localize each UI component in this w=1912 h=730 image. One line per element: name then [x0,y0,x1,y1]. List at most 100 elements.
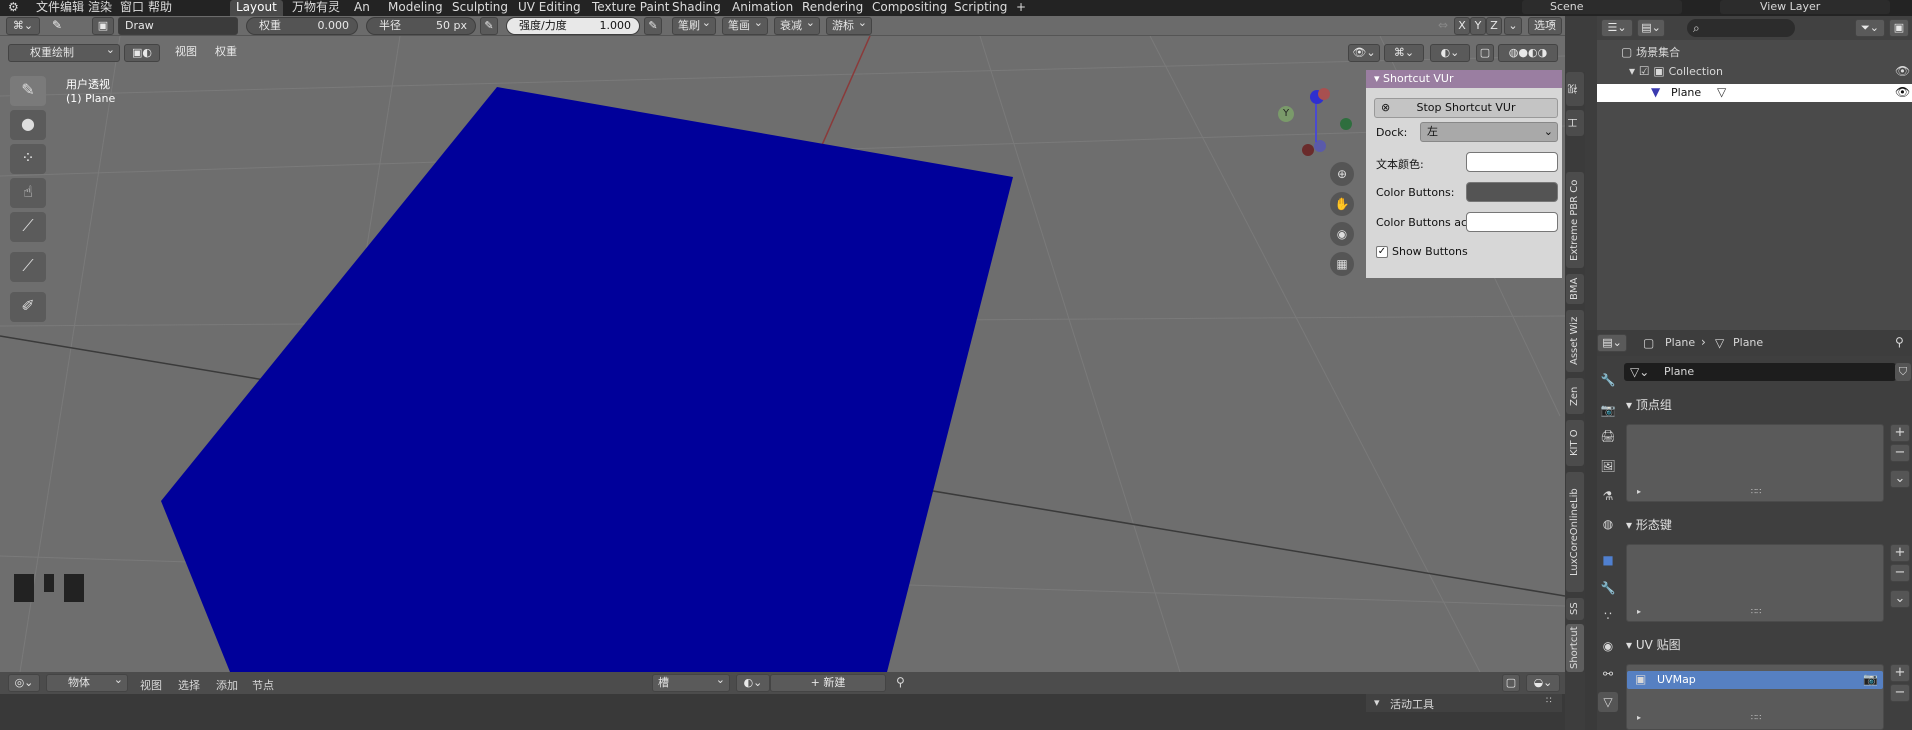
collection-checkbox[interactable]: ☑ [1639,64,1654,78]
backdrop-toggle[interactable]: ▢ [1502,674,1520,692]
collection-visibility-eye-icon[interactable]: 👁 [1895,64,1910,78]
sidebar-tab-zen[interactable]: Zen [1566,378,1584,414]
list-expand-icon[interactable]: ▸ [1637,713,1641,722]
workspace-tab-rendering[interactable]: Rendering [796,0,869,16]
list-expand-icon[interactable]: ▸ [1637,607,1641,616]
workspace-tab-an[interactable]: An [348,0,376,16]
workspace-tab-animation[interactable]: Animation [726,0,799,16]
color-buttons-swatch[interactable] [1466,182,1558,202]
list-expand-icon[interactable]: ▸ [1637,487,1641,496]
shape-key-add-button[interactable]: + [1890,544,1910,562]
plane-visibility-eye-icon[interactable]: 👁 [1895,85,1910,99]
snap-toggle[interactable]: ◒⌄ [1526,674,1560,692]
filter-dropdown[interactable]: ⏷⌄ [1855,19,1885,37]
node-select-menu[interactable]: 选择 [178,677,200,693]
menu-file[interactable]: 文件 [36,0,60,16]
workspace-tab-compositing[interactable]: Compositing [866,0,953,16]
material-slot-dropdown[interactable]: 槽 [652,672,730,692]
workspace-tab-modeling[interactable]: Modeling [382,0,449,16]
shape-keys-panel-header[interactable]: ▾ 形态键 [1622,515,1912,535]
plane-mesh[interactable] [161,87,1013,672]
view-layer-properties-icon[interactable]: 🖼 [1598,456,1618,476]
world-properties-icon[interactable]: ◍ [1598,514,1618,534]
mirror-z-button[interactable]: Z [1486,17,1502,35]
strength-pressure-icon[interactable]: ✎ [644,17,662,35]
add-workspace-button[interactable]: + [1010,0,1032,16]
gizmo-toggle[interactable]: ⌘⌄ [1384,44,1424,62]
draw-tool-button[interactable]: ✎ [10,76,46,106]
mesh-data-properties-icon[interactable]: ▽ [1598,692,1618,712]
physics-properties-icon[interactable]: ◉ [1598,636,1618,656]
shading-mode-buttons[interactable]: ◍●◐◑ [1498,44,1558,62]
node-editor-type[interactable]: ◎⌄ [8,674,40,692]
gizmo-neg-x-axis[interactable] [1302,144,1314,156]
output-properties-icon[interactable]: 🖨 [1598,426,1618,446]
camera-icon[interactable]: ◉ [1330,222,1354,246]
view-menu[interactable]: 视图 [168,44,204,62]
vertex-group-specials-button[interactable]: ⌄ [1890,470,1910,488]
pin-icon[interactable]: ⚲ [1895,335,1904,349]
sidebar-tab-shortcut[interactable]: Shortcut [1566,624,1584,672]
uv-map-row[interactable]: ▣ UVMap 📷 [1627,671,1883,689]
vertex-groups-list[interactable]: ▸ ∷∷ [1626,424,1884,502]
uv-map-remove-button[interactable]: − [1890,684,1910,702]
uv-map-name[interactable]: UVMap [1657,673,1696,686]
active-render-camera-icon[interactable]: 📷 [1863,672,1878,686]
mirror-y-button[interactable]: Y [1470,17,1486,35]
collection-row[interactable]: ▾ ☑ ▣ Collection [1629,64,1723,78]
gizmo-y-axis[interactable]: Y [1278,106,1294,122]
uv-maps-list[interactable]: ▣ UVMap 📷 ▸ ∷∷ [1626,664,1884,730]
grid-ortho-icon[interactable]: ▦ [1330,252,1354,276]
mesh-data-icon[interactable]: ▽ [1717,85,1726,99]
workspace-tab-uv-editing[interactable]: UV Editing [512,0,587,16]
sidebar-tab-kit-o[interactable]: KIT O [1566,420,1584,466]
radius-pressure-icon[interactable]: ✎ [480,17,498,35]
tool-properties-icon[interactable]: 🔧 [1598,370,1618,390]
weights-menu[interactable]: 权重 [208,44,244,62]
outliner-search-input[interactable]: ⌕ [1687,19,1795,37]
weight-field[interactable]: 权重 0.000 [246,17,358,35]
object-shader-selector[interactable]: 物体 [46,672,128,692]
render-properties-icon[interactable]: 📷 [1598,400,1618,420]
uv-map-add-button[interactable]: + [1890,664,1910,682]
scene-properties-icon[interactable]: ⚗ [1598,486,1618,506]
menu-edit[interactable]: 编辑 [60,0,84,16]
vertex-group-add-button[interactable]: + [1890,424,1910,442]
brush-texture-icon[interactable]: ▣ [92,17,114,35]
workspace-tab-shading[interactable]: Shading [666,0,727,16]
particles-properties-icon[interactable]: ∵ [1598,606,1618,626]
falloff-menu[interactable]: 衰减 [774,15,820,35]
blender-logo-icon[interactable]: ⚙ [8,0,19,16]
gradient-tool-button[interactable]: ⟋ [10,212,46,242]
show-buttons-checkbox[interactable]: ✓ [1376,246,1388,258]
plane-object-row[interactable]: ▼ Plane ▽ 👁 [1597,84,1912,102]
mesh-name-field[interactable]: ▽⌄ Plane [1624,363,1896,381]
view-layer-selector[interactable]: View Layer [1720,0,1890,14]
active-tool-panel-header[interactable]: ▾ 活动工具 ∷ [1366,694,1562,712]
sidebar-tab-asset-wiz[interactable]: Asset Wiz [1566,310,1584,372]
workspace-tab-scripting[interactable]: Scripting [948,0,1013,16]
scene-selector[interactable]: Scene [1522,0,1682,14]
text-color-swatch[interactable] [1466,152,1558,172]
stop-shortcut-button[interactable]: ⊗ Stop Shortcut VUr [1374,98,1558,118]
workspace-tab-wanwu[interactable]: 万物有灵 [286,0,346,16]
list-resize-grip-icon[interactable]: ∷∷ [1751,607,1761,616]
smear-tool-button[interactable]: ☝ [10,178,46,208]
sidebar-tab-bma[interactable]: BMA [1566,274,1584,304]
sidebar-tab-tool[interactable]: 工 [1566,110,1584,136]
shape-key-remove-button[interactable]: − [1890,564,1910,582]
gizmo-neg-y-axis[interactable] [1340,118,1352,130]
fake-user-shield-icon[interactable]: ⛉ [1895,363,1911,381]
sidebar-tab-ss[interactable]: SS [1566,598,1584,620]
node-menu[interactable]: 节点 [252,677,274,693]
annotate-tool-button[interactable]: ✐ [10,292,46,322]
material-browse-button[interactable]: ◐⌄ [736,674,770,692]
selection-mode-buttons[interactable]: ▣◐ [124,44,160,62]
sidebar-tab-view[interactable]: 视 [1566,72,1584,106]
node-view-menu[interactable]: 视图 [140,677,162,693]
vertex-groups-panel-header[interactable]: ▾ 顶点组 [1622,395,1912,415]
mirror-dropdown[interactable]: ⌄ [1504,17,1522,35]
menu-render[interactable]: 渲染 [88,0,112,16]
scene-collection-row[interactable]: ▢ 场景集合 [1621,44,1680,60]
shape-keys-list[interactable]: ▸ ∷∷ [1626,544,1884,622]
